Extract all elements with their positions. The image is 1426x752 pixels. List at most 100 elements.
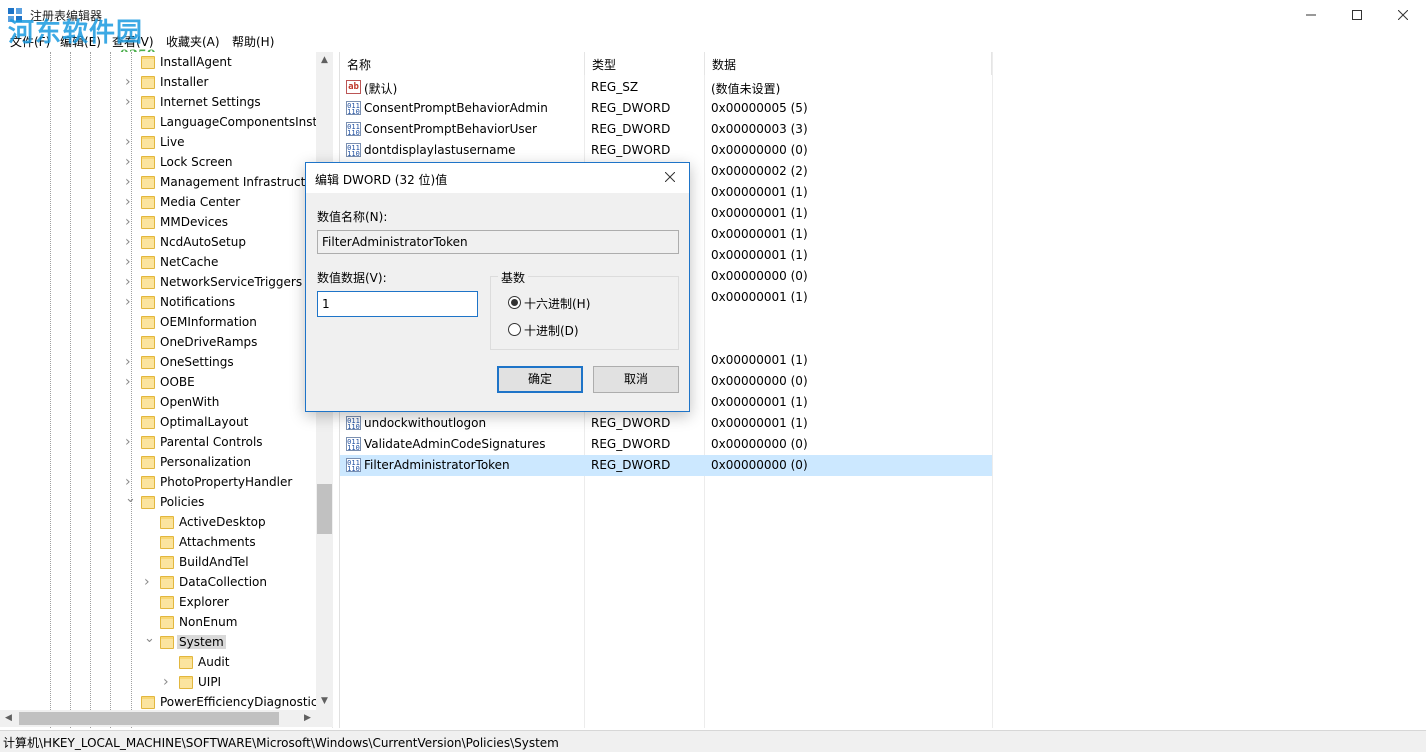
- tree-item[interactable]: ›OneSettings: [0, 353, 316, 373]
- scroll-right-icon[interactable]: ▶: [299, 710, 316, 727]
- chevron-right-icon[interactable]: ›: [125, 196, 135, 208]
- chevron-right-icon[interactable]: ›: [125, 96, 135, 108]
- tree-item[interactable]: ›UIPI: [0, 673, 316, 693]
- value-name-label: 数值名称(N):: [317, 208, 387, 225]
- tree-item[interactable]: ›OOBE: [0, 373, 316, 393]
- folder-icon: [160, 516, 174, 529]
- chevron-right-icon[interactable]: ›: [125, 156, 135, 168]
- tree-item[interactable]: ›Media Center: [0, 193, 316, 213]
- binary-value-icon: 011110: [346, 122, 361, 136]
- chevron-right-icon[interactable]: ›: [125, 476, 135, 488]
- value-name-field: FilterAdministratorToken: [317, 230, 679, 254]
- tree-hscroll-thumb[interactable]: [19, 712, 279, 725]
- close-window-button[interactable]: [1380, 0, 1426, 30]
- tree-item[interactable]: InstallAgent: [0, 53, 316, 73]
- chevron-right-icon[interactable]: ›: [125, 436, 135, 448]
- chevron-right-icon[interactable]: ›: [144, 576, 154, 588]
- table-row[interactable]: 011110ConsentPromptBehaviorAdminREG_DWOR…: [340, 98, 992, 119]
- tree-item-label: Notifications: [160, 295, 235, 309]
- cancel-button[interactable]: 取消: [593, 366, 679, 393]
- tree-item[interactable]: ›Parental Controls: [0, 433, 316, 453]
- tree-item-label: Explorer: [179, 595, 229, 609]
- cell-data: 0x00000001 (1): [711, 206, 808, 220]
- tree-item[interactable]: ›Management Infrastructure: [0, 173, 316, 193]
- minimize-button[interactable]: [1288, 0, 1334, 30]
- menu-help[interactable]: 帮助(H): [232, 33, 274, 50]
- tree-item[interactable]: NonEnum: [0, 613, 316, 633]
- hex-radio-label[interactable]: 十六进制(H): [524, 295, 590, 312]
- tree-item[interactable]: ›NcdAutoSetup: [0, 233, 316, 253]
- chevron-right-icon[interactable]: ›: [125, 356, 135, 368]
- tree-item[interactable]: ⌄Policies: [0, 493, 316, 513]
- tree-item[interactable]: ActiveDesktop: [0, 513, 316, 533]
- table-row[interactable]: ab(默认)REG_SZ(数值未设置): [340, 77, 992, 98]
- column-data-header[interactable]: 数据: [705, 52, 992, 75]
- scroll-left-icon[interactable]: ◀: [0, 710, 17, 727]
- tree-item[interactable]: ›MMDevices: [0, 213, 316, 233]
- tree-item[interactable]: ›Lock Screen: [0, 153, 316, 173]
- tree-horizontal-scrollbar[interactable]: ◀ ▶: [0, 710, 316, 727]
- tree-item[interactable]: OptimalLayout: [0, 413, 316, 433]
- column-name-header[interactable]: 名称: [340, 52, 585, 75]
- tree-item[interactable]: ›Installer: [0, 73, 316, 93]
- chevron-right-icon[interactable]: ›: [125, 76, 135, 88]
- chevron-down-icon[interactable]: ⌄: [125, 493, 135, 505]
- column-type-header[interactable]: 类型: [585, 52, 705, 75]
- base-group-title: 基数: [498, 269, 528, 286]
- table-row[interactable]: 011110dontdisplaylastusernameREG_DWORD0x…: [340, 140, 992, 161]
- chevron-right-icon[interactable]: ›: [125, 256, 135, 268]
- ok-button[interactable]: 确定: [497, 366, 583, 393]
- dialog-close-button[interactable]: [658, 167, 682, 189]
- tree-item[interactable]: ›Live: [0, 133, 316, 153]
- tree-item[interactable]: ›NetCache: [0, 253, 316, 273]
- tree-item[interactable]: OEMInformation: [0, 313, 316, 333]
- tree-item[interactable]: ›NetworkServiceTriggers: [0, 273, 316, 293]
- tree-item[interactable]: ⌄System: [0, 633, 316, 653]
- scroll-up-icon[interactable]: ▲: [316, 52, 333, 69]
- folder-icon: [141, 396, 155, 409]
- tree-item[interactable]: BuildAndTel: [0, 553, 316, 573]
- folder-icon: [160, 596, 174, 609]
- tree-item-label: OptimalLayout: [160, 415, 248, 429]
- chevron-right-icon[interactable]: ›: [125, 176, 135, 188]
- table-row[interactable]: 011110undockwithoutlogonREG_DWORD0x00000…: [340, 413, 992, 434]
- tree-item[interactable]: Personalization: [0, 453, 316, 473]
- table-row[interactable]: 011110ConsentPromptBehaviorUserREG_DWORD…: [340, 119, 992, 140]
- chevron-right-icon[interactable]: ›: [125, 216, 135, 228]
- tree-item[interactable]: ›DataCollection: [0, 573, 316, 593]
- tree-item[interactable]: ›PhotoPropertyHandler: [0, 473, 316, 493]
- scroll-down-icon[interactable]: ▼: [316, 693, 333, 710]
- table-row[interactable]: 011110FilterAdministratorTokenREG_DWORD0…: [340, 455, 992, 476]
- tree-item[interactable]: LanguageComponentsInstaller: [0, 113, 316, 133]
- chevron-right-icon[interactable]: ›: [125, 276, 135, 288]
- chevron-right-icon[interactable]: ›: [125, 296, 135, 308]
- tree-item[interactable]: › Notifications: [0, 293, 316, 313]
- decimal-radio[interactable]: [508, 323, 521, 336]
- decimal-radio-label[interactable]: 十进制(D): [524, 322, 579, 339]
- tree-item[interactable]: Audit: [0, 653, 316, 673]
- chevron-right-icon[interactable]: ›: [163, 676, 173, 688]
- tree-item[interactable]: OneDriveRamps: [0, 333, 316, 353]
- chevron-right-icon[interactable]: ›: [125, 376, 135, 388]
- tree-item[interactable]: Explorer: [0, 593, 316, 613]
- hex-radio[interactable]: [508, 296, 521, 309]
- tree-scroll-thumb[interactable]: [317, 484, 332, 534]
- chevron-right-icon[interactable]: ›: [125, 236, 135, 248]
- value-data-input[interactable]: 1: [317, 291, 478, 317]
- tree-item[interactable]: ›Internet Settings: [0, 93, 316, 113]
- folder-icon: [141, 76, 155, 89]
- tree-item[interactable]: OpenWith: [0, 393, 316, 413]
- maximize-button[interactable]: [1334, 0, 1380, 30]
- table-row[interactable]: 011110ValidateAdminCodeSignaturesREG_DWO…: [340, 434, 992, 455]
- folder-icon: [141, 416, 155, 429]
- chevron-right-icon[interactable]: ›: [125, 136, 135, 148]
- cell-type: REG_DWORD: [591, 437, 670, 451]
- chevron-down-icon[interactable]: ⌄: [144, 633, 154, 645]
- maximize-icon: [1352, 10, 1362, 20]
- tree-item[interactable]: Attachments: [0, 533, 316, 553]
- cell-data: 0x00000001 (1): [711, 248, 808, 262]
- cell-data: 0x00000001 (1): [711, 395, 808, 409]
- folder-icon: [141, 356, 155, 369]
- cell-data: 0x00000000 (0): [711, 143, 808, 157]
- cell-type: REG_DWORD: [591, 143, 670, 157]
